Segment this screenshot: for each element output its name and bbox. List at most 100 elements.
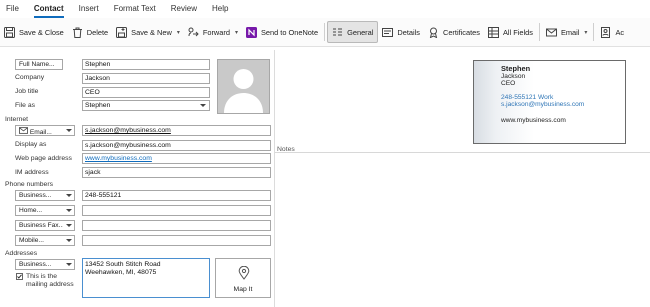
chevron-down-icon[interactable]: ▾ <box>177 29 180 36</box>
phone-fax-field[interactable] <box>82 220 271 231</box>
all-fields-icon <box>487 26 499 38</box>
details-icon <box>382 27 394 38</box>
pane-divider <box>274 50 275 307</box>
certificate-icon <box>428 27 439 38</box>
forward-icon <box>188 27 199 38</box>
file-as-label: File as <box>15 102 36 109</box>
ribbon-separator <box>324 23 326 41</box>
email-type-dropdown[interactable] <box>63 125 75 136</box>
mailing-address-checkbox[interactable] <box>16 273 23 280</box>
chevron-down-icon[interactable]: ▾ <box>235 29 238 36</box>
file-as-select[interactable]: Stephen <box>82 100 210 111</box>
notes-area[interactable] <box>276 153 650 307</box>
address-type-button[interactable]: Business... <box>15 259 65 270</box>
more-label: Ac <box>615 27 625 37</box>
forward-label: Forward <box>202 27 230 37</box>
save-close-label: Save & Close <box>19 27 64 37</box>
mailing-address-line1: This is the <box>26 273 57 280</box>
phone-fax-button[interactable]: Business Fax... <box>15 220 65 231</box>
email-type-label: Email... <box>29 129 52 136</box>
certificates-label: Certificates <box>442 27 480 37</box>
ribbon-toolbar: Save & Close Delete Save & New ▾ Forward… <box>0 18 650 47</box>
menu-insert[interactable]: Insert <box>79 0 99 18</box>
im-address-label: IM address <box>15 169 49 176</box>
envelope-icon <box>545 27 557 38</box>
phone-fax-dropdown[interactable] <box>63 220 75 231</box>
all-fields-label: All Fields <box>502 27 533 37</box>
address-type-dropdown[interactable] <box>63 259 75 270</box>
display-as-field[interactable]: s.jackson@mybusiness.com <box>82 140 271 151</box>
save-new-icon <box>116 26 128 38</box>
ribbon-separator <box>593 23 595 41</box>
menu-help[interactable]: Help <box>212 0 228 18</box>
general-view-icon <box>332 27 343 38</box>
save-new-button[interactable]: Save & New ▾ <box>112 21 184 43</box>
menu-bar: File Contact Insert Format Text Review H… <box>0 0 650 18</box>
phone-mobile-dropdown[interactable] <box>63 235 75 246</box>
phone-mobile-button[interactable]: Mobile... <box>15 235 65 246</box>
delete-label: Delete <box>86 27 109 37</box>
phone-business-field[interactable]: 248-555121 <box>82 190 271 201</box>
card-company: Jackson <box>501 73 526 80</box>
chevron-down-icon[interactable]: ▾ <box>584 29 587 36</box>
contact-photo[interactable] <box>217 59 270 114</box>
phone-section-label: Phone numbers <box>5 181 53 188</box>
phone-home-field[interactable] <box>82 205 271 216</box>
email-label: Email <box>560 27 580 37</box>
business-card[interactable]: Stephen Jackson CEO 248-555121 Work s.ja… <box>473 60 626 144</box>
card-web: www.mybusiness.com <box>501 117 566 124</box>
menu-format-text[interactable]: Format Text <box>114 0 156 18</box>
checkmark-icon <box>17 274 22 279</box>
details-view-button[interactable]: Details <box>378 21 424 43</box>
menu-contact[interactable]: Contact <box>33 0 64 18</box>
trash-icon <box>72 27 83 38</box>
file-as-value: Stephen <box>85 102 111 109</box>
email-button[interactable]: Email ▾ <box>542 21 592 43</box>
phone-mobile-field[interactable] <box>82 235 271 246</box>
phone-business-button[interactable]: Business... <box>15 190 65 201</box>
job-title-label: Job title <box>15 88 39 95</box>
company-field[interactable]: Jackson <box>82 73 210 84</box>
phone-home-button[interactable]: Home... <box>15 205 65 216</box>
menu-file[interactable]: File <box>6 0 19 18</box>
ribbon-separator <box>538 23 540 41</box>
map-it-label: Map It <box>233 286 253 293</box>
email-field[interactable]: s.jackson@mybusiness.com <box>82 125 271 136</box>
map-pin-icon <box>238 266 250 280</box>
mailing-address-line2: mailing address <box>26 281 74 288</box>
address-line2: Weehawken, MI, 48075 <box>85 269 157 276</box>
all-fields-button[interactable]: All Fields <box>484 21 537 43</box>
onenote-label: Send to OneNote <box>260 27 319 37</box>
map-it-button[interactable]: Map It <box>215 258 271 298</box>
chevron-down-icon <box>200 104 206 107</box>
general-view-label: General <box>347 27 374 37</box>
menu-review[interactable]: Review <box>171 0 197 18</box>
phone-home-dropdown[interactable] <box>63 205 75 216</box>
forward-button[interactable]: Forward ▾ <box>184 21 242 43</box>
card-email: s.jackson@mybusiness.com <box>501 101 585 108</box>
certificates-button[interactable]: Certificates <box>424 21 484 43</box>
job-title-field[interactable]: CEO <box>82 87 210 98</box>
email-type-button[interactable]: Email... <box>15 125 65 136</box>
address-book-icon <box>600 26 611 38</box>
general-view-button[interactable]: General <box>327 21 379 43</box>
address-line1: 13452 South Stitch Road <box>85 261 161 268</box>
delete-button[interactable]: Delete <box>68 21 112 43</box>
envelope-icon <box>19 126 28 135</box>
web-page-link[interactable]: www.mybusiness.com <box>85 155 152 162</box>
card-phone: 248-555121 Work <box>501 94 554 101</box>
im-address-field[interactable]: sjack <box>82 167 271 178</box>
onenote-icon <box>245 26 257 38</box>
full-name-button[interactable]: Full Name... <box>15 59 63 70</box>
web-page-field[interactable]: www.mybusiness.com <box>82 153 271 164</box>
mailing-address-label: This is the mailing address <box>26 273 74 289</box>
phone-business-dropdown[interactable] <box>63 190 75 201</box>
more-button[interactable]: Ac <box>596 21 628 43</box>
full-name-field[interactable]: Stephen <box>82 59 210 70</box>
address-textarea[interactable]: 13452 South Stitch Road Weehawken, MI, 4… <box>82 258 210 298</box>
save-close-button[interactable]: Save & Close <box>0 21 68 43</box>
send-to-onenote-button[interactable]: Send to OneNote <box>242 21 322 43</box>
display-as-label: Display as <box>15 141 47 148</box>
person-silhouette-icon <box>224 69 263 113</box>
company-label: Company <box>15 74 45 81</box>
